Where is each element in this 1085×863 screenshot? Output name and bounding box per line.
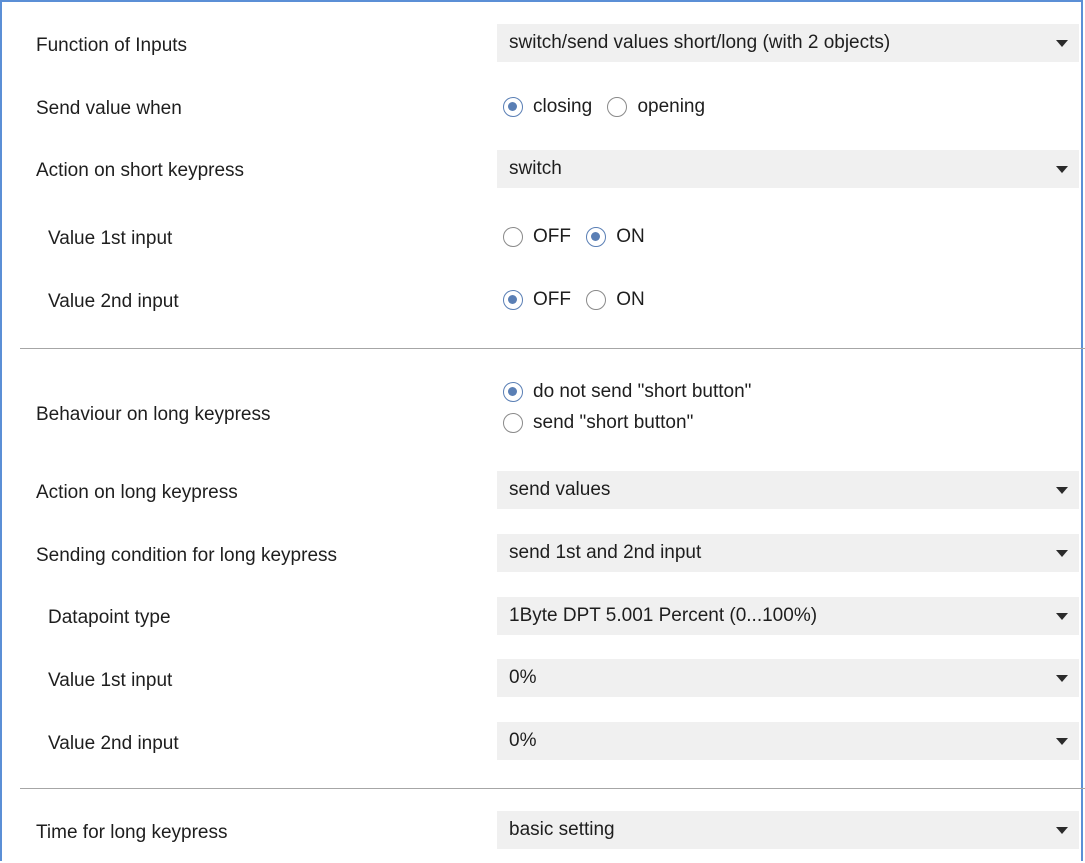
radio-do-not-send-short[interactable]: do not send "short button" <box>503 381 751 403</box>
action-long-value: send values <box>509 479 611 500</box>
behaviour-long-radio-group: do not send "short button" send "short b… <box>503 381 761 443</box>
chevron-down-icon <box>1056 613 1068 620</box>
function-of-inputs-value: switch/send values short/long (with 2 ob… <box>509 32 891 53</box>
chevron-down-icon <box>1056 827 1068 834</box>
send-value-when-radio-group: closing opening <box>503 96 715 123</box>
radio-short2-on-label: ON <box>616 289 645 310</box>
time-long-select[interactable]: basic setting <box>497 811 1079 849</box>
time-long-label: Time for long keypress <box>36 822 228 843</box>
section-divider <box>20 788 1085 789</box>
datapoint-type-select[interactable]: 1Byte DPT 5.001 Percent (0...100%) <box>497 597 1079 635</box>
short-value-2-radio-group: OFF ON <box>503 289 655 316</box>
radio-closing-circle[interactable] <box>503 97 523 117</box>
datapoint-type-value: 1Byte DPT 5.001 Percent (0...100%) <box>509 605 818 626</box>
radio-opening-circle[interactable] <box>607 97 628 117</box>
datapoint-type-label: Datapoint type <box>48 607 171 628</box>
chevron-down-icon <box>1056 550 1068 557</box>
send-value-when-label: Send value when <box>36 98 182 119</box>
action-short-select[interactable]: switch <box>497 150 1079 188</box>
radio-send-short[interactable]: send "short button" <box>503 412 751 434</box>
short-value-1-radio-group: OFF ON <box>503 226 655 253</box>
radio-short1-off-circle[interactable] <box>503 227 523 247</box>
radio-send-short-circle[interactable] <box>503 413 523 433</box>
radio-short1-off[interactable]: OFF <box>503 226 571 248</box>
section-divider <box>20 348 1085 349</box>
radio-short1-off-label: OFF <box>533 226 571 247</box>
radio-short2-on[interactable]: ON <box>586 289 645 311</box>
long-value-2-value: 0% <box>509 730 537 751</box>
action-long-select[interactable]: send values <box>497 471 1079 509</box>
radio-short1-on-label: ON <box>616 226 645 247</box>
radio-short2-off[interactable]: OFF <box>503 289 571 311</box>
radio-opening[interactable]: opening <box>607 96 705 118</box>
radio-short1-on[interactable]: ON <box>586 226 645 248</box>
action-short-label: Action on short keypress <box>36 160 245 181</box>
behaviour-long-label: Behaviour on long keypress <box>36 404 271 425</box>
radio-short2-on-circle[interactable] <box>586 290 607 310</box>
sending-condition-select[interactable]: send 1st and 2nd input <box>497 534 1079 572</box>
chevron-down-icon <box>1056 487 1068 494</box>
radio-short1-on-circle[interactable] <box>586 227 607 247</box>
sending-condition-value: send 1st and 2nd input <box>509 542 702 563</box>
chevron-down-icon <box>1056 40 1068 47</box>
sending-condition-label: Sending condition for long keypress <box>36 545 338 566</box>
radio-send-short-label: send "short button" <box>533 412 694 433</box>
radio-do-not-send-short-label: do not send "short button" <box>533 381 752 402</box>
short-value-1-label: Value 1st input <box>48 228 173 249</box>
function-of-inputs-select[interactable]: switch/send values short/long (with 2 ob… <box>497 24 1079 62</box>
long-value-1-select[interactable]: 0% <box>497 659 1079 697</box>
long-value-2-select[interactable]: 0% <box>497 722 1079 760</box>
radio-opening-label: opening <box>637 96 706 117</box>
radio-closing-label: closing <box>533 96 593 117</box>
action-short-value: switch <box>509 158 562 179</box>
action-long-label: Action on long keypress <box>36 482 238 503</box>
short-value-2-label: Value 2nd input <box>48 291 179 312</box>
radio-closing[interactable]: closing <box>503 96 592 118</box>
chevron-down-icon <box>1056 166 1068 173</box>
long-value-1-value: 0% <box>509 667 537 688</box>
chevron-down-icon <box>1056 738 1068 745</box>
radio-short2-off-circle[interactable] <box>503 290 523 310</box>
time-long-value: basic setting <box>509 819 615 840</box>
radio-short2-off-label: OFF <box>533 289 571 310</box>
radio-do-not-send-short-circle[interactable] <box>503 382 523 402</box>
function-of-inputs-label: Function of Inputs <box>36 35 188 56</box>
long-value-2-label: Value 2nd input <box>48 733 179 754</box>
long-value-1-label: Value 1st input <box>48 670 173 691</box>
chevron-down-icon <box>1056 675 1068 682</box>
